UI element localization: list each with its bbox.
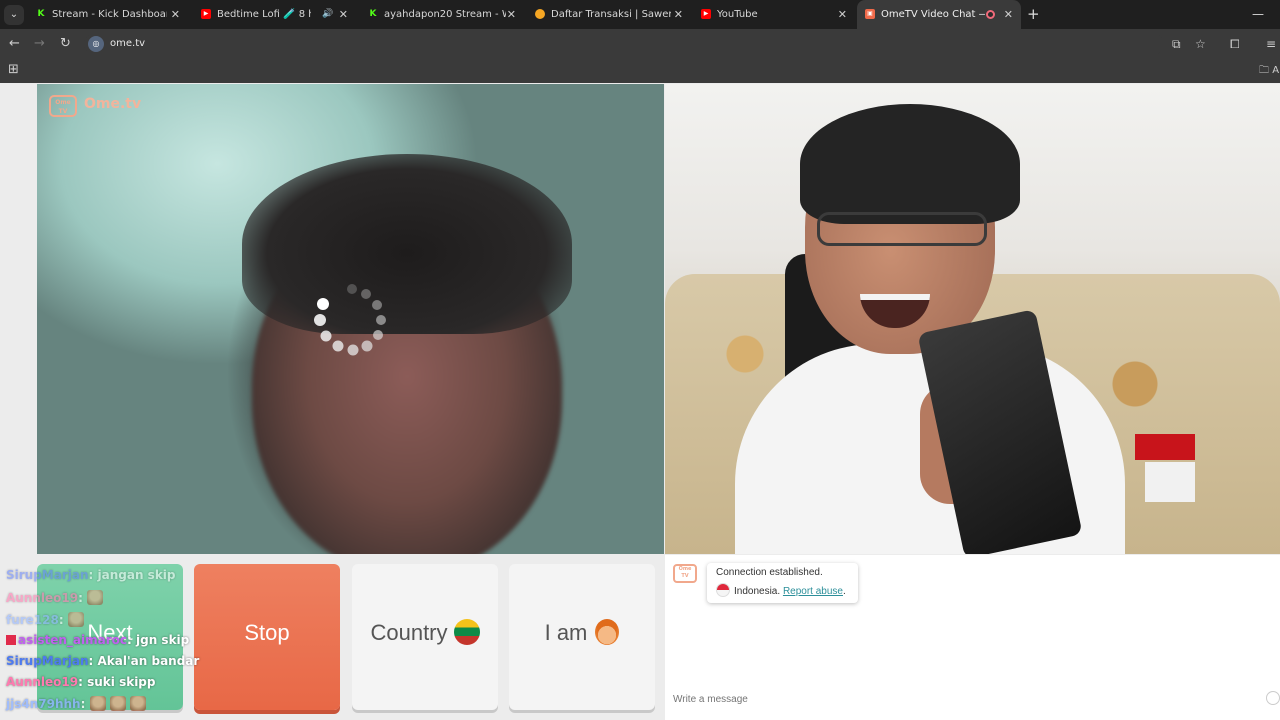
list-item: fure128: bbox=[6, 612, 84, 627]
partner-country: Indonesia. Report abuse. bbox=[716, 583, 846, 597]
red-box bbox=[1135, 434, 1195, 460]
close-icon[interactable]: ✕ bbox=[1004, 0, 1013, 29]
address-bar[interactable] bbox=[84, 33, 1164, 55]
bookmark-folder-label: A bbox=[1272, 65, 1280, 76]
tab-saweria[interactable]: Daftar Transaksi | Saweria ✕ bbox=[527, 0, 691, 29]
back-icon[interactable]: ← bbox=[9, 29, 20, 59]
indonesia-flag-icon bbox=[716, 583, 730, 597]
reload-icon[interactable]: ↻ bbox=[60, 29, 71, 59]
tab-youtube[interactable]: ▶ YouTube ✕ bbox=[693, 0, 855, 29]
list-item: SirupMarjan: Akal'an bandar bbox=[6, 654, 200, 668]
tab-bar: ⌄ K Stream - Kick Dashboard ✕ ▶ Bedtime … bbox=[0, 0, 1280, 29]
tab-title: OmeTV Video Chat — Ome bbox=[881, 9, 985, 20]
logo-tv-icon: Ome TV bbox=[49, 95, 77, 117]
tab-title: ayahdapon20 Stream - Watch L bbox=[384, 9, 506, 20]
emote-icon bbox=[109, 696, 126, 711]
new-tab-button[interactable]: + bbox=[1027, 0, 1040, 28]
person-hair bbox=[800, 104, 1020, 224]
tab-search-button[interactable]: ⌄ bbox=[4, 5, 24, 25]
extensions-icon[interactable]: ⧠ bbox=[1230, 29, 1240, 59]
saweria-icon bbox=[535, 9, 545, 19]
moderator-badge-icon bbox=[6, 635, 16, 645]
logo-text: Ome.tv bbox=[84, 96, 142, 112]
tab-ayahdapon-stream[interactable]: K ayahdapon20 Stream - Watch L ✕ bbox=[360, 0, 524, 29]
emote-icon bbox=[67, 612, 84, 627]
gender-label: I am bbox=[544, 620, 588, 645]
self-video bbox=[665, 84, 1280, 554]
list-item: SirupMarjan: jangan skip bbox=[6, 568, 176, 582]
list-item: Aunnleo19: suki skipp bbox=[6, 675, 156, 689]
white-box bbox=[1145, 462, 1195, 502]
blurred-hair bbox=[242, 154, 572, 334]
country-button[interactable]: Country bbox=[352, 564, 498, 710]
tab-title: Daftar Transaksi | Saweria bbox=[551, 9, 671, 20]
bookmark-star-icon[interactable]: ☆ bbox=[1195, 29, 1206, 59]
tab-bedtime-lofi[interactable]: ▶ Bedtime Lofi 🧪 8 hours of 🔊 ✕ bbox=[193, 0, 356, 29]
site-info-icon[interactable]: ◎ bbox=[88, 36, 104, 52]
system-message: Connection established. Indonesia. Repor… bbox=[707, 563, 858, 603]
stream-chat-overlay: SirupMarjan: jangan skip Aunnleo19: fure… bbox=[6, 568, 246, 716]
speaker-icon[interactable]: 🔊 bbox=[322, 0, 333, 29]
kick-icon: K bbox=[37, 9, 45, 19]
url-text[interactable]: ome.tv bbox=[110, 29, 145, 59]
install-app-icon[interactable]: ⧉ bbox=[1172, 29, 1181, 59]
send-icon[interactable] bbox=[1266, 691, 1280, 705]
country-flag-icon bbox=[453, 619, 480, 645]
emote-icon bbox=[129, 696, 146, 711]
tab-kick-dashboard[interactable]: K Stream - Kick Dashboard ✕ bbox=[28, 0, 188, 29]
emote-icon bbox=[87, 590, 104, 605]
country-label: Country bbox=[370, 620, 448, 645]
list-item: jjs4n79hhh: bbox=[6, 696, 146, 711]
gender-button[interactable]: I am bbox=[509, 564, 655, 710]
tab-ometv[interactable]: ▣ OmeTV Video Chat — Ome ✕ bbox=[857, 0, 1021, 29]
close-icon[interactable]: ✕ bbox=[674, 0, 683, 29]
tab-title: Bedtime Lofi 🧪 8 hours of bbox=[217, 9, 311, 20]
menu-icon[interactable]: ≡ bbox=[1266, 29, 1276, 59]
bookmarks-bar bbox=[0, 59, 1280, 83]
gender-label-wrap: I am bbox=[509, 618, 655, 648]
loading-spinner-icon bbox=[314, 284, 386, 356]
minimize-button[interactable]: — bbox=[1252, 0, 1264, 28]
recording-icon[interactable] bbox=[986, 10, 995, 19]
close-icon[interactable]: ✕ bbox=[838, 0, 847, 29]
kick-icon: K bbox=[369, 9, 377, 19]
report-abuse-link[interactable]: Report abuse bbox=[783, 586, 843, 597]
browser-toolbar: ← → ↻ bbox=[0, 29, 1280, 59]
list-item: Aunnleo19: bbox=[6, 590, 104, 605]
connection-status: Connection established. bbox=[716, 567, 823, 578]
bookmark-folder[interactable]: 🗀 A bbox=[1259, 59, 1279, 83]
list-item: asisten_aimaroc: jgn skip bbox=[6, 633, 189, 647]
forward-icon[interactable]: → bbox=[34, 29, 45, 59]
close-icon[interactable]: ✕ bbox=[171, 0, 180, 29]
tab-title: Stream - Kick Dashboard bbox=[52, 9, 167, 20]
person-glasses bbox=[817, 212, 987, 246]
youtube-icon: ▶ bbox=[201, 9, 211, 19]
country-name: Indonesia. bbox=[734, 586, 781, 597]
close-icon[interactable]: ✕ bbox=[339, 0, 348, 29]
apps-grid-icon[interactable]: ⊞ bbox=[8, 63, 19, 77]
emote-icon bbox=[89, 696, 106, 711]
close-icon[interactable]: ✕ bbox=[507, 0, 516, 29]
chat-ometv-icon: Ome TV bbox=[673, 564, 697, 583]
message-input[interactable] bbox=[673, 690, 1263, 708]
country-label-wrap: Country bbox=[352, 618, 498, 648]
youtube-icon: ▶ bbox=[701, 9, 711, 19]
tab-title: YouTube bbox=[717, 9, 758, 20]
ometv-icon: ▣ bbox=[865, 9, 875, 19]
boy-emoji-icon bbox=[595, 619, 620, 645]
